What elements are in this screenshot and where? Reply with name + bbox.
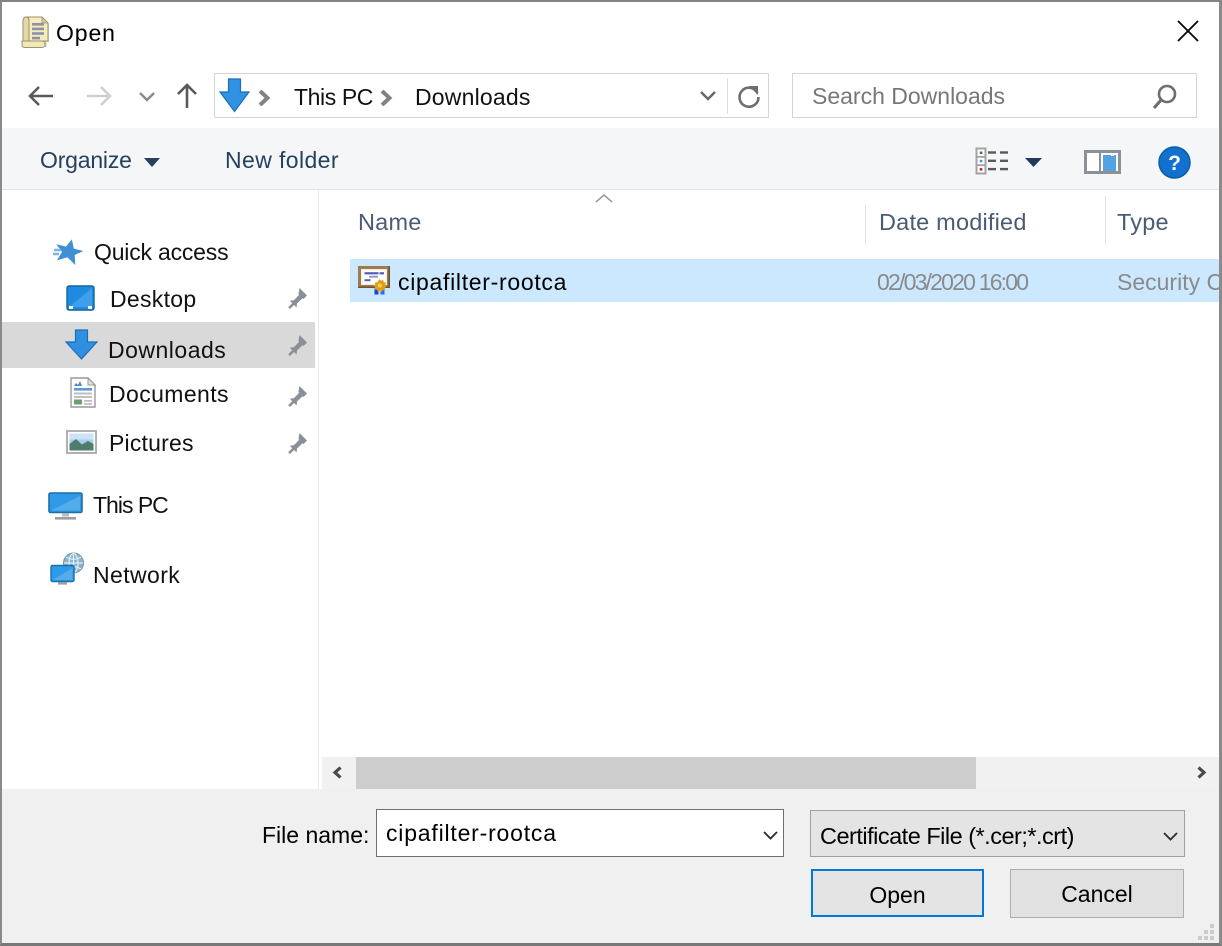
svg-text:?: ?: [1168, 152, 1181, 175]
